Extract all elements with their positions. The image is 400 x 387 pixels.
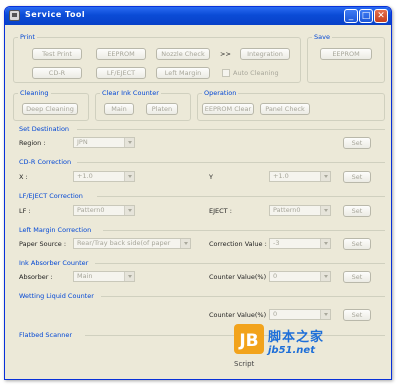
close-button[interactable]: ✕ xyxy=(374,9,388,23)
absorber-counter-label: Counter Value(%) : xyxy=(209,273,271,281)
left-margin-title: Left Margin Correction xyxy=(19,226,92,234)
chevron-down-icon xyxy=(320,172,330,181)
chevron-down-icon xyxy=(320,206,330,215)
cdr-x-select[interactable]: +1.0 xyxy=(73,171,135,182)
operation-group: Operation EEPROM Clear Panel Check xyxy=(197,89,385,121)
clear-ink-main-button[interactable]: Main xyxy=(104,103,134,115)
correction-value-label: Correction Value : xyxy=(209,240,267,248)
chevron-down-icon xyxy=(320,272,330,281)
region-select[interactable]: JPN xyxy=(73,137,135,148)
chevron-down-icon xyxy=(320,239,330,248)
absorber-select[interactable]: Main xyxy=(73,271,135,282)
site-watermark: JB 脚本之家 jb51.net Script xyxy=(232,320,392,372)
wetting-title: Wetting Liquid Counter xyxy=(19,292,94,300)
lf-value: Pattern0 xyxy=(77,206,105,214)
lf-select[interactable]: Pattern0 xyxy=(73,205,135,216)
region-label: Region : xyxy=(19,139,46,147)
clear-ink-counter-group: Clear Ink Counter Main Platen xyxy=(95,89,191,121)
wetting-counter-value: 0 xyxy=(273,310,278,318)
operation-group-title: Operation xyxy=(202,89,239,97)
arrows-label: >> xyxy=(220,50,231,58)
cdr-set-button[interactable]: Set xyxy=(343,171,371,183)
left-margin-set-button[interactable]: Set xyxy=(343,238,371,250)
panel-check-button[interactable]: Panel Check xyxy=(260,103,310,115)
destination-set-button[interactable]: Set xyxy=(343,137,371,149)
chevron-down-icon xyxy=(124,138,134,147)
window-title: Service Tool xyxy=(25,10,86,19)
eeprom-print-button[interactable]: EEPROM xyxy=(96,48,146,60)
paper-source-select[interactable]: Rear/Tray back side(of paper xyxy=(73,238,191,249)
region-value: JPN xyxy=(77,138,88,146)
chevron-down-icon xyxy=(180,239,190,248)
print-group: Print Test Print EEPROM Nozzle Check >> … xyxy=(13,33,301,83)
left-margin-divider xyxy=(103,230,385,231)
test-print-button[interactable]: Test Print xyxy=(32,48,82,60)
absorber-set-button[interactable]: Set xyxy=(343,271,371,283)
save-group-title: Save xyxy=(312,33,332,41)
cdr-divider xyxy=(77,162,385,163)
paper-source-label: Paper Source : xyxy=(19,240,67,248)
lf-eject-set-button[interactable]: Set xyxy=(343,205,371,217)
clear-ink-counter-title: Clear Ink Counter xyxy=(100,89,161,97)
absorber-counter-value: 0 xyxy=(273,272,278,280)
absorber-label: Absorber : xyxy=(19,273,53,281)
eject-value: Pattern0 xyxy=(273,206,301,214)
title-bar[interactable]: Service Tool _ □ ✕ xyxy=(5,7,391,25)
wetting-counter-label: Counter Value(%) : xyxy=(209,311,271,319)
maximize-button[interactable]: □ xyxy=(359,9,373,23)
absorber-counter-select[interactable]: 0 xyxy=(269,271,331,282)
auto-cleaning-label: Auto Cleaning xyxy=(233,69,279,77)
lf-eject-print-button[interactable]: LF/EJECT xyxy=(96,67,146,79)
lf-eject-title: LF/EJECT Correction xyxy=(19,192,83,200)
cdr-y-label: Y xyxy=(209,173,213,181)
eject-label: EJECT : xyxy=(209,207,232,215)
chevron-down-icon xyxy=(124,172,134,181)
clear-ink-platen-button[interactable]: Platen xyxy=(146,103,178,115)
jb-logo-icon: JB xyxy=(234,324,264,354)
ink-absorber-title: Ink Absorber Counter xyxy=(19,259,89,267)
wetting-counter-select[interactable]: 0 xyxy=(269,309,331,320)
save-eeprom-button[interactable]: EEPROM xyxy=(320,48,372,60)
watermark-chinese-text: 脚本之家 xyxy=(268,330,325,345)
correction-value: -3 xyxy=(273,239,280,247)
save-group: Save EEPROM xyxy=(307,33,385,83)
flatbed-title: Flatbed Scanner xyxy=(19,331,72,339)
cleaning-group-title: Cleaning xyxy=(18,89,51,97)
cdr-y-select[interactable]: +1.0 xyxy=(269,171,331,182)
destination-title: Set Destination xyxy=(19,125,70,133)
eject-select[interactable]: Pattern0 xyxy=(269,205,331,216)
cdr-x-label: X : xyxy=(19,173,28,181)
correction-value-select[interactable]: -3 xyxy=(269,238,331,249)
cdr-y-value: +1.0 xyxy=(273,172,289,180)
eeprom-clear-button[interactable]: EEPROM Clear xyxy=(202,103,254,115)
auto-cleaning-checkbox[interactable] xyxy=(222,69,230,77)
chevron-down-icon xyxy=(124,206,134,215)
integration-button[interactable]: Integration xyxy=(240,48,290,60)
minimize-button[interactable]: _ xyxy=(344,9,358,23)
cdr-print-button[interactable]: CD-R xyxy=(32,67,82,79)
chevron-down-icon xyxy=(124,272,134,281)
chevron-down-icon xyxy=(320,310,330,319)
print-group-title: Print xyxy=(18,33,37,41)
lf-label: LF : xyxy=(19,207,31,215)
cdr-x-value: +1.0 xyxy=(77,172,93,180)
paper-source-value: Rear/Tray back side(of paper xyxy=(77,239,171,247)
watermark-url: jb51.net xyxy=(268,345,315,356)
absorber-value: Main xyxy=(77,272,93,280)
cdr-title: CD-R Correction xyxy=(19,158,72,166)
deep-cleaning-button[interactable]: Deep Cleaning xyxy=(22,103,78,115)
wetting-divider xyxy=(101,296,385,297)
watermark-script-text: Script xyxy=(234,360,255,368)
nozzle-check-button[interactable]: Nozzle Check xyxy=(156,48,210,60)
ink-absorber-divider xyxy=(95,263,385,264)
svg-text:JB: JB xyxy=(238,331,258,351)
left-margin-print-button[interactable]: Left Margin xyxy=(156,67,210,79)
destination-divider xyxy=(77,129,385,130)
printer-icon xyxy=(9,10,20,21)
cleaning-group: Cleaning Deep Cleaning xyxy=(13,89,89,121)
lf-eject-divider xyxy=(97,196,385,197)
